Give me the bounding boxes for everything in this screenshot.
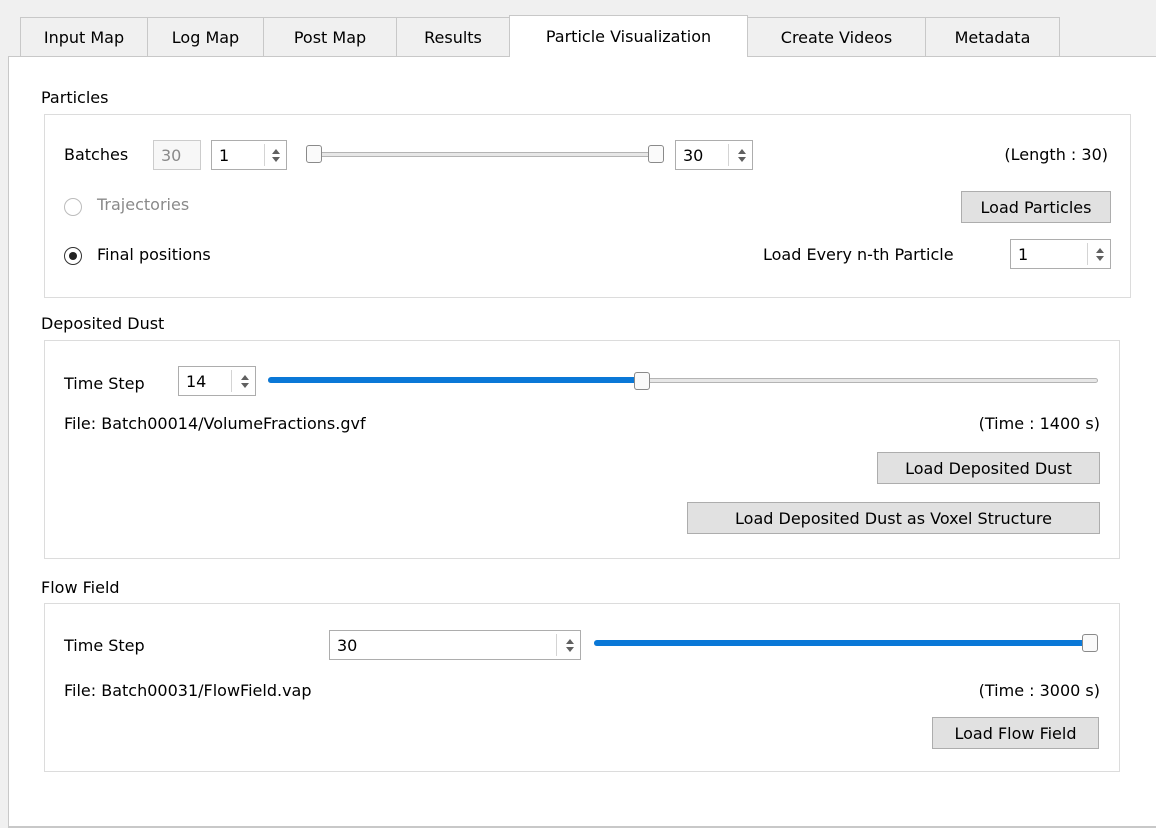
- trajectories-label: Trajectories: [97, 195, 190, 214]
- load-dust-voxel-button[interactable]: Load Deposited Dust as Voxel Structure: [687, 502, 1100, 534]
- arrow-up-icon[interactable]: [738, 148, 746, 154]
- tab-log-map[interactable]: Log Map: [147, 17, 264, 57]
- load-deposited-dust-label: Load Deposited Dust: [905, 458, 1072, 478]
- batches-label: Batches: [64, 145, 129, 164]
- arrow-up-icon[interactable]: [566, 638, 574, 644]
- arrow-down-icon[interactable]: [566, 646, 574, 652]
- load-flow-field-label: Load Flow Field: [954, 723, 1077, 743]
- spin-separator: [556, 634, 557, 656]
- batch-to-spinbox[interactable]: 30: [675, 140, 753, 170]
- tab-metadata[interactable]: Metadata: [925, 17, 1060, 57]
- spin-arrows-icon[interactable]: [269, 145, 283, 165]
- batch-range-high-handle[interactable]: [648, 145, 664, 163]
- batch-to-value: 30: [683, 146, 704, 165]
- arrow-down-icon[interactable]: [272, 156, 280, 162]
- tab-label: Log Map: [171, 28, 240, 47]
- tab-label: Results: [424, 28, 482, 47]
- tab-label: Create Videos: [780, 28, 893, 47]
- batch-range-slider[interactable]: [311, 152, 663, 157]
- every-nth-spinbox[interactable]: 1: [1010, 239, 1111, 269]
- load-flow-field-button[interactable]: Load Flow Field: [932, 717, 1099, 749]
- dust-slider-handle[interactable]: [634, 372, 651, 390]
- flow-time-step-label: Time Step: [64, 636, 145, 655]
- dust-time-step-value: 14: [186, 372, 207, 391]
- dust-file-text: File: Batch00014/VolumeFractions.gvf: [64, 414, 366, 433]
- tab-post-map[interactable]: Post Map: [263, 17, 397, 57]
- flow-time-text: (Time : 3000 s): [978, 681, 1100, 700]
- every-nth-value: 1: [1018, 245, 1029, 264]
- batch-count-field: 30: [153, 140, 201, 170]
- length-text: (Length : 30): [1004, 145, 1108, 164]
- final-positions-radio[interactable]: [64, 247, 82, 265]
- deposited-dust-section-title: Deposited Dust: [41, 314, 165, 333]
- spin-separator: [264, 144, 265, 166]
- radio-selected-dot: [69, 252, 77, 260]
- dust-time-text: (Time : 1400 s): [978, 414, 1100, 433]
- dust-time-step-spinbox[interactable]: 14: [178, 366, 256, 396]
- spin-arrows-icon[interactable]: [238, 371, 252, 391]
- arrow-up-icon[interactable]: [272, 148, 280, 154]
- spin-separator: [1087, 243, 1088, 265]
- arrow-down-icon[interactable]: [1096, 255, 1104, 261]
- tab-label: Post Map: [293, 28, 367, 47]
- spin-arrows-icon[interactable]: [1093, 244, 1107, 264]
- batch-count-value: 30: [161, 146, 182, 165]
- load-particles-label: Load Particles: [980, 197, 1092, 217]
- every-nth-label: Load Every n-th Particle: [763, 245, 954, 264]
- arrow-down-icon[interactable]: [738, 156, 746, 162]
- tab-label: Metadata: [954, 28, 1031, 47]
- load-particles-button[interactable]: Load Particles: [961, 191, 1111, 223]
- flow-file-text: File: Batch00031/FlowField.vap: [64, 681, 312, 700]
- flow-time-step-spinbox[interactable]: 30: [329, 630, 581, 660]
- batch-from-value: 1: [219, 146, 230, 165]
- tab-results[interactable]: Results: [396, 17, 510, 57]
- spin-separator: [231, 370, 232, 392]
- flow-field-section-title: Flow Field: [41, 578, 120, 597]
- load-dust-voxel-label: Load Deposited Dust as Voxel Structure: [735, 508, 1052, 528]
- spin-arrows-icon[interactable]: [735, 145, 749, 165]
- batch-range-low-handle[interactable]: [306, 145, 322, 163]
- flow-slider-handle[interactable]: [1082, 634, 1098, 652]
- flow-slider-fill: [594, 640, 1090, 646]
- dust-time-step-label: Time Step: [64, 374, 145, 393]
- tab-label: Particle Visualization: [545, 27, 712, 46]
- load-deposited-dust-button[interactable]: Load Deposited Dust: [877, 452, 1100, 484]
- spin-separator: [728, 144, 729, 166]
- trajectories-radio[interactable]: [64, 198, 82, 216]
- tab-input-map[interactable]: Input Map: [20, 17, 148, 57]
- flow-time-step-value: 30: [337, 636, 358, 655]
- batch-from-spinbox[interactable]: 1: [211, 140, 287, 170]
- arrow-up-icon[interactable]: [1096, 247, 1104, 253]
- tab-create-videos[interactable]: Create Videos: [747, 17, 926, 57]
- tab-bar: Input Map Log Map Post Map Results Parti…: [20, 15, 1060, 57]
- arrow-down-icon[interactable]: [241, 382, 249, 388]
- final-positions-label: Final positions: [97, 245, 211, 264]
- arrow-up-icon[interactable]: [241, 374, 249, 380]
- tab-label: Input Map: [43, 28, 125, 47]
- tab-particle-visualization[interactable]: Particle Visualization: [509, 15, 748, 57]
- dust-slider-fill: [268, 377, 643, 383]
- particles-section-title: Particles: [41, 88, 109, 107]
- spin-arrows-icon[interactable]: [563, 635, 577, 655]
